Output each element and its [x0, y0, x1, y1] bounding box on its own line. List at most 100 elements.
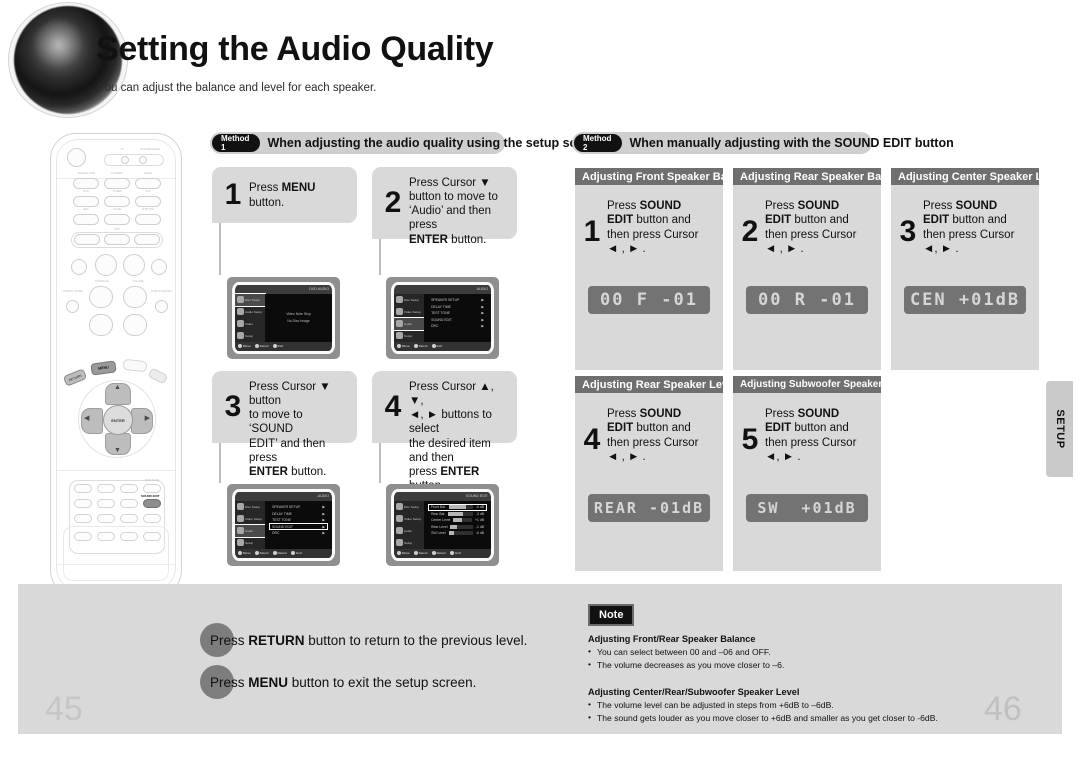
tv-mode-led	[121, 156, 129, 164]
step-number: 1	[224, 178, 242, 211]
osd-side-item: Video Setup	[394, 513, 424, 525]
method1-header: Method 1 When adjusting the audio qualit…	[210, 132, 603, 154]
osd-side-item: Disc Setup	[394, 294, 424, 306]
osd-row: TEST TONE ▶	[431, 311, 484, 316]
step-number: 4	[384, 390, 402, 423]
tuning-down-button	[89, 314, 113, 336]
method2-heading: When manually adjusting with the SOUND E…	[629, 136, 954, 150]
osd-line: Video Note Stop	[286, 312, 311, 317]
osd-row: DRC ▶	[431, 324, 484, 329]
note-item: The volume level can be adjusted in step…	[588, 699, 1008, 710]
remote-label-test-tone: TEST TONE	[144, 479, 160, 482]
sound-edit-button	[143, 499, 161, 508]
panel-center-level-title: Adjusting Center Speaker Level	[891, 168, 1064, 185]
panel-subwoofer-level-step: 5 Press SOUND EDIT button and then press C…	[733, 400, 881, 480]
osd-side-item: Audio Setup	[235, 306, 265, 318]
video-icon	[396, 515, 403, 523]
dvd-mode-led	[139, 156, 147, 164]
page-subtitle: You can adjust the balance and level for…	[98, 82, 377, 94]
cursor-left-icon: ◀	[84, 415, 90, 422]
remote-control-illustration: TV DVD RECEIVER OPEN/CLOSE TV/VIDEO MODE…	[50, 133, 182, 596]
disc-icon	[396, 296, 403, 304]
remote-label-tv-video: TV/VIDEO	[110, 172, 124, 175]
step3-connector	[219, 443, 221, 483]
osd-footer-item: Move	[238, 344, 251, 349]
cursor-up-icon: ▲	[114, 384, 121, 391]
osd-side-item: Video	[235, 318, 265, 330]
key-8	[97, 514, 115, 523]
open-close-button	[73, 178, 99, 189]
subtitle-button	[135, 214, 161, 225]
remote-navigation-pad: ▲ ▼ ◀ ▶ ENTER	[78, 380, 156, 458]
osd-row: DELAY TIME ▶	[272, 511, 325, 516]
note-section1-title: Adjusting Front/Rear Speaker Balance	[588, 634, 756, 644]
setup-icon	[396, 332, 403, 340]
page-title: Setting the Audio Quality	[96, 30, 494, 68]
play-pause-icon	[123, 254, 145, 276]
osd-row: SPEAKER SETUP ▶	[272, 505, 325, 510]
lcd-subwoofer-level: SW +01dB	[746, 494, 868, 522]
osd-corner: DVD AUDIO	[309, 287, 329, 292]
panel-rear-level-step: 4 Press SOUND EDIT button and then press C…	[575, 400, 723, 480]
lcd-front-balance: 00 F -01	[588, 286, 710, 314]
power-icon	[67, 148, 86, 167]
step-number: 2	[384, 186, 402, 219]
method2-badge: Method 2	[574, 134, 623, 152]
note-item: The sound gets louder as you move closer…	[588, 712, 1008, 723]
step-number: 1	[583, 215, 601, 248]
osd-footer-item: Exit	[272, 344, 283, 349]
volume-down-button	[123, 314, 147, 336]
key-3	[120, 484, 138, 493]
setup-icon	[237, 332, 244, 340]
panel-front-balance-title: Adjusting Front Speaker Balance	[575, 168, 755, 185]
video-icon	[237, 515, 244, 523]
remote-label-display-mode: DISPLAY MODE	[63, 290, 83, 293]
panel-subwoofer-level-title: Adjusting Subwoofer Speaker Level	[733, 376, 911, 393]
audio-icon	[396, 527, 403, 535]
osd-line: No Disc Image	[287, 319, 310, 324]
osd-slider-row: Rear Level -1 dB	[431, 524, 484, 529]
panel-center-level-step: 3 Press SOUND EDIT button and then press C…	[891, 192, 1039, 272]
level-bar	[450, 524, 473, 529]
remote-label-display-effect: DISPLAY EFFECT	[151, 290, 173, 293]
disc-icon	[396, 503, 403, 511]
method1-badge: Method 1	[212, 134, 261, 152]
note-item: The volume decreases as you move closer …	[588, 659, 1008, 670]
step-text: Press SOUND EDIT button and then press Cur…	[765, 408, 857, 463]
method1-screen-2: AUDIO Disc Setup Video Setup Audio Setup…	[386, 277, 499, 359]
method1-screen-4: SOUND EDIT Disc Setup Video Setup Audio …	[386, 484, 499, 566]
osd-side-item: Audio	[394, 316, 426, 331]
dvd-button	[73, 196, 99, 207]
section-tab-setup[interactable]: SETUP	[1046, 381, 1073, 477]
remote-info-button	[122, 358, 148, 373]
tv-video-button	[104, 178, 130, 189]
osd-slider-row: Rear Bal. -3 dB	[431, 511, 484, 516]
tuning-up-button	[89, 286, 113, 308]
osd-footer-item: Move	[397, 344, 410, 349]
skip-forward-icon	[151, 259, 167, 275]
osd-footer-item: Exit	[291, 551, 302, 556]
osd-row: SPEAKER SETUP ▶	[431, 298, 484, 303]
osd-slider-row: SW Level -6 dB	[431, 531, 484, 536]
test-tone-button	[143, 484, 161, 493]
tuner-button	[104, 196, 130, 207]
cursor-down-icon: ▼	[114, 447, 121, 454]
level-bar	[453, 518, 473, 523]
mode-selector-group	[104, 154, 164, 166]
remote-lower-shell	[63, 526, 169, 581]
osd-footer-item: Return	[431, 551, 446, 556]
remote-label-rec: REC	[83, 208, 89, 211]
method1-screen-3: AUDIO Disc Setup Video Setup Audio Setup…	[227, 484, 340, 566]
remote-label-open-close: OPEN/CLOSE	[77, 172, 95, 175]
osd-side-item: Audio	[235, 523, 267, 538]
level-bar	[448, 511, 473, 516]
osd-row-selected: SOUND EDIT ▶	[269, 523, 328, 531]
step-text: Press Cursor ▼ button to move to ‘Audio’ a…	[409, 177, 498, 246]
tip-menu: Press MENU button to exit the setup scre…	[200, 665, 476, 699]
key-7	[74, 514, 92, 523]
remote-label-volume: VOLUME	[132, 280, 144, 283]
step1-connector	[219, 223, 221, 275]
osd-side-item: Setup	[235, 537, 265, 549]
video-icon	[396, 308, 403, 316]
lcd-rear-level: REAR -01dB	[588, 494, 710, 522]
